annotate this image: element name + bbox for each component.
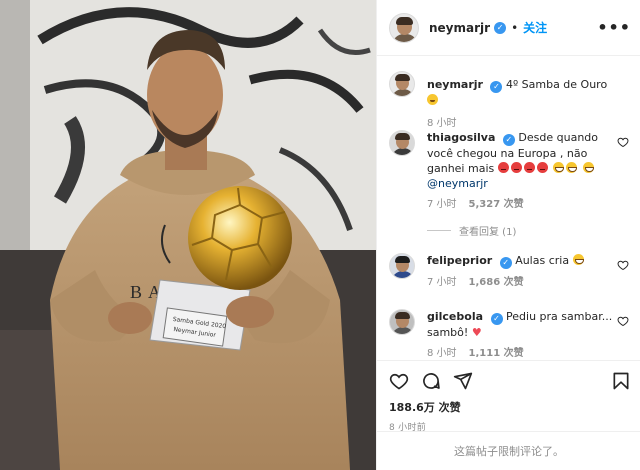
comment-item: gilcebola ✓ Pediu pra sambar... sambô! ♥…	[389, 309, 629, 357]
clap-emoji-icon	[572, 254, 584, 265]
angry-emoji-icon	[510, 162, 522, 173]
commenter-avatar[interactable]	[389, 309, 415, 335]
comment-likes[interactable]: 1,111 次赞	[469, 346, 524, 357]
grin-emoji-icon	[553, 162, 565, 173]
author-avatar[interactable]	[389, 12, 419, 43]
heart-icon[interactable]	[389, 371, 409, 391]
heart-small-icon[interactable]	[617, 136, 629, 148]
view-replies-label: 查看回复 (1)	[459, 227, 517, 238]
view-replies-button[interactable]: 查看回复 (1)	[427, 223, 516, 238]
share-icon[interactable]	[453, 371, 473, 391]
post-image: BALEN Samba Gold 2020 Neymar Junior	[0, 0, 376, 470]
post-like-count[interactable]: 188.6万 次赞	[389, 399, 631, 415]
red-heart-emoji-icon: ♥	[471, 326, 482, 339]
commenter-avatar[interactable]	[389, 253, 415, 279]
tongue-emoji-icon	[427, 94, 438, 105]
caption: neymarjr ✓ 4º Samba de Ouro 8 小时	[389, 71, 629, 131]
comment-username[interactable]: felipeprior	[427, 254, 492, 267]
angry-emoji-icon	[497, 162, 509, 173]
comment-time: 7 小时	[427, 277, 457, 288]
caption-username[interactable]: neymarjr	[427, 78, 483, 91]
comment-time: 7 小时	[427, 199, 457, 210]
follow-button[interactable]: 关注	[523, 19, 547, 36]
comment-text: Aulas cria	[515, 254, 570, 267]
verified-badge-icon: ✓	[502, 134, 515, 146]
separator-dot: •	[511, 20, 519, 35]
heart-small-icon[interactable]	[617, 315, 629, 327]
post-header: neymarjr ✓ • 关注 •••	[377, 0, 640, 56]
comment-likes[interactable]: 5,327 次赞	[469, 197, 524, 212]
comment-likes[interactable]: 1,686 次赞	[469, 275, 524, 290]
verified-badge-icon: ✓	[499, 257, 512, 269]
post-panel: neymarjr ✓ • 关注 ••• neymarjr ✓ 4º Samba …	[376, 0, 640, 470]
post-actions: 188.6万 次赞 8 小时前	[377, 360, 640, 433]
angry-emoji-icon	[523, 162, 535, 173]
grin-emoji-icon	[582, 162, 594, 173]
comment-mention[interactable]: @neymarjr	[427, 177, 488, 190]
caption-avatar[interactable]	[389, 71, 415, 97]
caption-text: 4º Samba de Ouro	[505, 78, 608, 91]
caption-time: 8 小时	[427, 118, 457, 129]
comment-item: thiagosilva ✓ Desde quando você chegou n…	[389, 130, 629, 212]
commenter-avatar[interactable]	[389, 130, 415, 156]
author-username[interactable]: neymarjr	[429, 21, 490, 35]
verified-badge-icon: ✓	[494, 21, 507, 34]
comment-item: felipeprior ✓ Aulas cria 7 小时 1,686 次赞	[389, 253, 629, 290]
person-face	[147, 45, 223, 145]
replies-divider	[427, 230, 451, 231]
comments-limited-notice: 这篇帖子限制评论了。	[377, 431, 640, 470]
comment-username[interactable]: thiagosilva	[427, 131, 495, 144]
post-photo[interactable]: BALEN Samba Gold 2020 Neymar Junior	[0, 0, 376, 470]
heart-small-icon[interactable]	[617, 259, 629, 271]
more-options-icon[interactable]: •••	[597, 18, 631, 37]
comment-username[interactable]: gilcebola	[427, 310, 483, 323]
verified-badge-icon: ✓	[490, 313, 503, 325]
bookmark-icon[interactable]	[611, 371, 631, 391]
verified-badge-icon: ✓	[490, 81, 503, 93]
angry-emoji-icon	[536, 162, 548, 173]
comments-list[interactable]: neymarjr ✓ 4º Samba de Ouro 8 小时 thiagos…	[377, 57, 640, 357]
comment-time: 8 小时	[427, 348, 457, 357]
grin-emoji-icon	[566, 162, 578, 173]
comment-icon[interactable]	[421, 371, 441, 391]
